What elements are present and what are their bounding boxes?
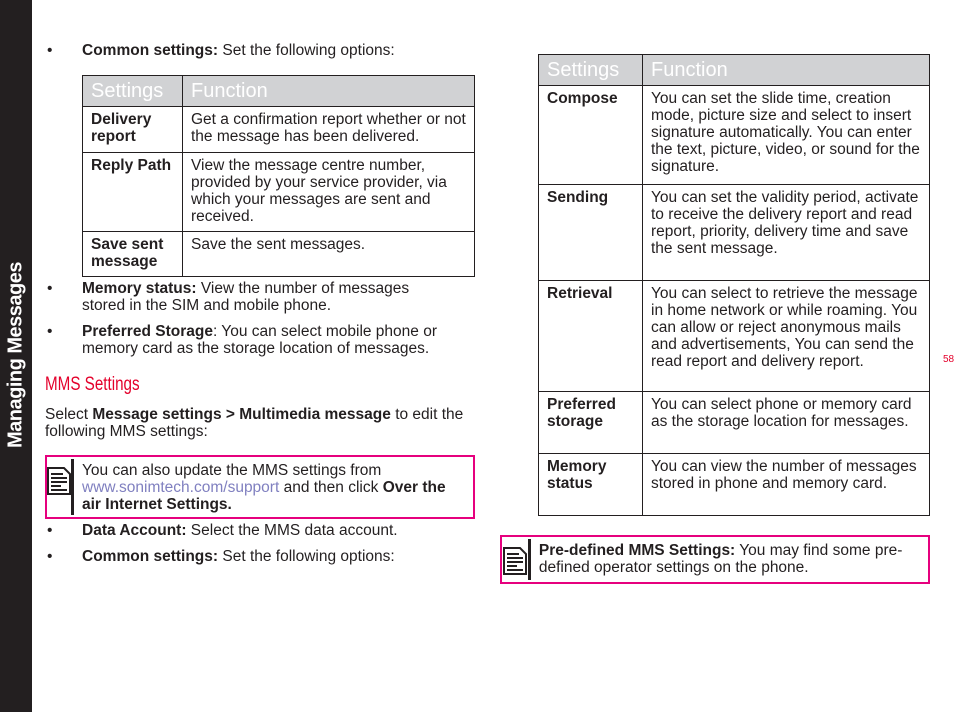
setting-name: Save sent message [82, 231, 183, 277]
sidebar-tab: Managing Messages [0, 0, 32, 712]
note-text: Pre-defined MMS Settings: You may find s… [538, 542, 903, 576]
table-row: Preferred storage You can select phone or… [538, 391, 930, 454]
setting-name: Compose [538, 85, 643, 185]
bullet-common-settings: Common settings: Set the following optio… [82, 42, 395, 59]
setting-name: Preferred storage [538, 391, 643, 454]
table-row: Sending You can set the validity period, … [538, 184, 930, 281]
note-box: Pre-defined MMS Settings: You may find s… [500, 535, 930, 584]
header-function: Function [642, 54, 930, 86]
section-heading: MMS Settings [45, 374, 140, 395]
setting-function: You can set the slide time, creation mod… [642, 85, 930, 185]
page-number: 58 [943, 354, 954, 365]
setting-function: View the message centre number, provided… [182, 152, 475, 232]
note-icon [47, 459, 74, 515]
intro-text: Select Message settings > Multimedia mes… [45, 406, 464, 440]
setting-name: Memory status [538, 453, 643, 516]
bullet: • [47, 548, 53, 565]
bullet: • [47, 280, 53, 297]
bullet: • [47, 522, 53, 539]
bullet-preferred-storage: Preferred Storage: You can select mobile… [82, 323, 437, 357]
setting-function: You can set the validity period, activat… [642, 184, 930, 281]
setting-name: Retrieval [538, 280, 643, 392]
setting-function: You can view the number of messages stor… [642, 453, 930, 516]
note-text: You can also update the MMS settings fro… [82, 462, 446, 513]
common-settings-table: Settings Function Delivery report Get a co… [82, 75, 475, 277]
table-row: Compose You can set the slide time, creat… [538, 85, 930, 185]
setting-function: You can select phone or memory card as t… [642, 391, 930, 454]
bullet: • [47, 323, 53, 340]
table-row: Reply Path View the message centre number… [82, 152, 475, 232]
support-link[interactable]: www.sonimtech.com/support [82, 479, 279, 496]
table-row: Delivery report Get a confirmation report… [82, 106, 475, 153]
header-function: Function [182, 75, 475, 107]
setting-name: Delivery report [82, 106, 183, 153]
header-settings: Settings [82, 75, 183, 107]
table-row: Save sent message Save the sent messages. [82, 231, 475, 277]
bullet-common-settings-mms: Common settings: Set the following optio… [82, 548, 395, 565]
note-box: You can also update the MMS settings fro… [45, 455, 475, 519]
note-icon [502, 539, 531, 580]
table-row: Memory status You can view the number of … [538, 453, 930, 516]
setting-function: You can select to retrieve the message i… [642, 280, 930, 392]
header-settings: Settings [538, 54, 643, 86]
setting-function: Save the sent messages. [182, 231, 475, 277]
table-row: Retrieval You can select to retrieve the … [538, 280, 930, 392]
sidebar-title: Managing Messages [4, 261, 27, 449]
mms-settings-table: Settings Function Compose You can set the … [538, 54, 930, 516]
setting-function: Get a confirmation report whether or not… [182, 106, 475, 153]
setting-name: Reply Path [82, 152, 183, 232]
bullet-data-account: Data Account: Select the MMS data accoun… [82, 522, 398, 539]
bullet-memory-status: Memory status: View the number of messag… [82, 280, 410, 314]
bullet: • [47, 42, 53, 59]
setting-name: Sending [538, 184, 643, 281]
